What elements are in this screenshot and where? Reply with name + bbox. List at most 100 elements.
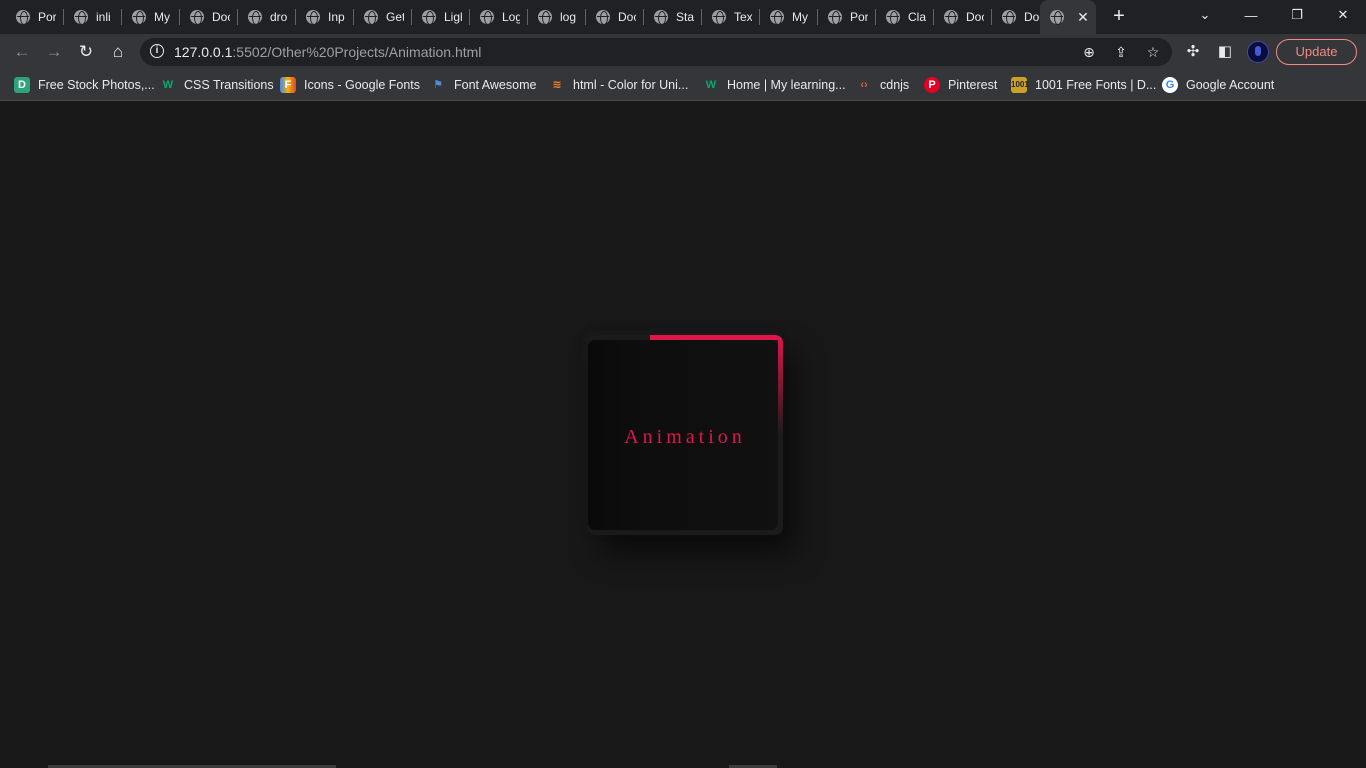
bookmark-item[interactable]: G Google Account — [1162, 76, 1274, 94]
browser-tab[interactable]: Doc — [934, 0, 992, 34]
tab-title: Doc — [966, 10, 984, 24]
bookmark-item[interactable]: P Pinterest — [924, 76, 997, 94]
tab-title: Doc — [212, 10, 230, 24]
bookmarks-bar: D Free Stock Photos,... W CSS Transitions … — [0, 70, 1366, 101]
bookmark-item[interactable]: W CSS Transitions — [160, 76, 274, 94]
back-icon[interactable]: ← — [10, 40, 34, 64]
browser-tab[interactable]: Inp — [296, 0, 354, 34]
globe-icon — [712, 10, 726, 25]
tab-search-dropdown-icon[interactable]: ⌄ — [1182, 0, 1228, 30]
globe-icon — [1002, 10, 1016, 25]
bookmark-item[interactable]: D Free Stock Photos,... — [14, 76, 155, 94]
browser-tab[interactable]: Doc — [992, 0, 1040, 34]
browser-tab[interactable]: Doc — [180, 0, 238, 34]
browser-tab[interactable]: Sta — [644, 0, 702, 34]
tab-title: Ligl — [444, 10, 462, 24]
globe-icon — [654, 10, 668, 25]
tab-title: Doc — [618, 10, 636, 24]
url-path: :5502/Other%20Projects/Animation.html — [232, 44, 482, 60]
globe-icon — [364, 10, 378, 25]
w3-icon: W — [705, 79, 717, 91]
tab-title: Log — [502, 10, 520, 24]
w3-icon: W — [162, 79, 174, 91]
forward-icon[interactable]: → — [42, 40, 66, 64]
bookmark-label: Font Awesome — [454, 78, 537, 92]
bookmark-item[interactable]: ≋ html - Color for Uni... — [549, 76, 688, 94]
google-fonts-icon: F — [280, 77, 296, 93]
restore-button[interactable]: ❐ — [1274, 0, 1320, 30]
browser-tab[interactable]: Log — [470, 0, 528, 34]
page-viewport: Animation — [0, 101, 1366, 768]
globe-icon — [480, 10, 494, 25]
bookmark-label: Google Account — [1186, 78, 1275, 92]
home-icon[interactable]: ⌂ — [106, 40, 130, 64]
bookmark-item[interactable]: ‹› cdnjs — [856, 76, 909, 94]
browser-tab[interactable]: dro — [238, 0, 296, 34]
close-tab-icon[interactable]: ✕ — [1076, 9, 1090, 26]
profile-avatar[interactable] — [1247, 41, 1269, 63]
tab-title: Sta — [676, 10, 694, 24]
browser-tab[interactable]: Por — [818, 0, 876, 34]
extensions-icon[interactable]: ✣ — [1182, 41, 1204, 63]
url-text[interactable]: 127.0.0.1:5502/Other%20Projects/Animatio… — [174, 44, 481, 60]
address-bar[interactable]: i 127.0.0.1:5502/Other%20Projects/Animat… — [140, 38, 1172, 66]
card-body: Animation — [588, 340, 778, 530]
new-tab-button[interactable]: + — [1108, 5, 1130, 27]
globe-icon — [190, 10, 204, 25]
globe-icon — [944, 10, 958, 25]
browser-tab[interactable]: log — [528, 0, 586, 34]
stackoverflow-icon: ≋ — [552, 79, 562, 91]
browser-tab[interactable]: inli — [64, 0, 122, 34]
bookmark-item[interactable]: 1001 1001 Free Fonts | D... — [1011, 76, 1156, 94]
bookmark-label: CSS Transitions — [184, 78, 274, 92]
browser-tab[interactable]: Por — [6, 0, 64, 34]
bookmark-label: html - Color for Uni... — [573, 78, 689, 92]
zoom-icon[interactable]: ⊕ — [1078, 41, 1100, 63]
card-title: Animation — [624, 425, 746, 448]
fonts-icon: 1001 — [1011, 77, 1029, 93]
bookmark-label: Home | My learning... — [727, 78, 846, 92]
animation-card: Animation — [588, 335, 783, 535]
minimize-button[interactable]: — — [1228, 0, 1274, 30]
update-button[interactable]: Update — [1276, 39, 1357, 65]
bookmark-item[interactable]: ⚑ Font Awesome — [430, 76, 536, 94]
tab-title: inli — [96, 10, 111, 24]
browser-toolbar: ← → ↻ ⌂ i 127.0.0.1:5502/Other%20Project… — [0, 34, 1366, 70]
browser-tab[interactable]: My — [760, 0, 818, 34]
tab-title: My — [154, 10, 170, 24]
globe-icon — [132, 10, 146, 25]
browser-tab[interactable]: Ligl — [412, 0, 470, 34]
browser-tab[interactable]: Cla — [876, 0, 934, 34]
bookmark-label: cdnjs — [880, 78, 910, 92]
globe-icon — [596, 10, 610, 25]
bookmark-star-icon[interactable]: ☆ — [1142, 41, 1164, 63]
tab-title: My — [792, 10, 808, 24]
tab-title: Get — [386, 10, 404, 24]
google-icon: G — [1162, 77, 1178, 93]
side-panel-icon[interactable]: ◧ — [1214, 41, 1236, 63]
browser-tab[interactable]: Get — [354, 0, 412, 34]
tab-title: log — [560, 10, 577, 24]
globe-icon — [1050, 10, 1064, 25]
pinterest-icon: P — [924, 77, 940, 93]
globe-icon — [16, 10, 30, 25]
reload-icon[interactable]: ↻ — [74, 40, 98, 64]
globe-icon — [886, 10, 900, 25]
share-icon[interactable]: ⇪ — [1110, 41, 1132, 63]
code-icon: ‹› — [860, 79, 868, 91]
browser-tab[interactable]: Doc — [586, 0, 644, 34]
browser-tab-active[interactable]: ✕ — [1040, 0, 1096, 34]
site-info-icon[interactable]: i — [150, 44, 164, 58]
bookmark-item[interactable]: F Icons - Google Fonts — [280, 76, 420, 94]
browser-tab[interactable]: Tex — [702, 0, 760, 34]
photo-icon: D — [14, 77, 30, 93]
browser-tab[interactable]: My — [122, 0, 180, 34]
tab-title: Tex — [734, 10, 752, 24]
bookmark-item[interactable]: W Home | My learning... — [703, 76, 846, 94]
url-host: 127.0.0.1 — [174, 44, 233, 60]
close-window-button[interactable]: ✕ — [1320, 0, 1366, 30]
bookmark-label: 1001 Free Fonts | D... — [1035, 78, 1157, 92]
flag-icon: ⚑ — [433, 79, 443, 91]
bookmark-label: Pinterest — [948, 78, 998, 92]
globe-icon — [828, 10, 842, 25]
